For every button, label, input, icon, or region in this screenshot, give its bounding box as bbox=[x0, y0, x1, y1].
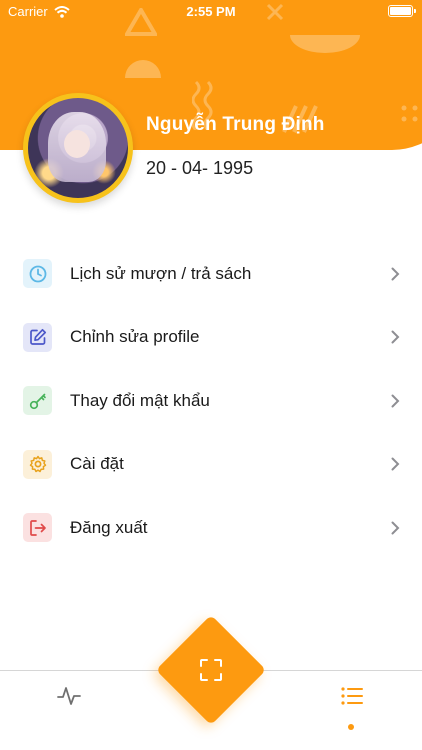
menu-item-settings[interactable]: Cài đặt bbox=[0, 433, 422, 497]
scan-icon bbox=[200, 659, 222, 681]
semicircle-decoration-icon bbox=[125, 60, 161, 78]
semicircle-decoration-icon bbox=[290, 35, 360, 53]
menu-item-label: Chỉnh sửa profile bbox=[70, 327, 200, 347]
chevron-right-icon bbox=[391, 457, 400, 471]
menu-item-edit-profile[interactable]: Chỉnh sửa profile bbox=[0, 306, 422, 370]
activity-icon[interactable] bbox=[56, 683, 82, 709]
chevron-right-icon bbox=[391, 267, 400, 281]
chevron-right-icon bbox=[391, 394, 400, 408]
avatar[interactable] bbox=[23, 93, 133, 203]
avatar-image bbox=[28, 98, 128, 198]
menu-item-label: Cài đặt bbox=[70, 454, 124, 474]
menu-item-logout[interactable]: Đăng xuất bbox=[0, 496, 422, 560]
user-dob: 20 - 04- 1995 bbox=[146, 158, 254, 178]
chevron-right-icon bbox=[391, 521, 400, 535]
list-icon[interactable] bbox=[340, 685, 364, 707]
status-time: 2:55 PM bbox=[186, 4, 236, 19]
menu-item-label: Thay đổi mật khẩu bbox=[70, 390, 210, 410]
status-bar: Carrier 2:55 PM bbox=[0, 0, 422, 22]
menu-item-label: Lịch sử mượn / trả sách bbox=[70, 263, 252, 283]
battery-icon bbox=[388, 5, 416, 17]
menu-item-change-password[interactable]: Thay đổi mật khẩu bbox=[0, 369, 422, 433]
profile-menu: Lịch sử mượn / trả sách Chỉnh sửa profil… bbox=[0, 242, 422, 560]
clock-icon bbox=[23, 259, 52, 289]
menu-item-label: Đăng xuất bbox=[70, 517, 148, 537]
menu-item-history[interactable]: Lịch sử mượn / trả sách bbox=[0, 242, 422, 306]
logout-icon bbox=[23, 513, 52, 543]
gear-icon bbox=[23, 449, 52, 479]
dots-decoration-icon bbox=[401, 105, 418, 122]
edit-icon bbox=[23, 322, 52, 352]
key-icon bbox=[23, 386, 52, 416]
profile-screen: Carrier 2:55 PM Nguyễn Trung Định 20 - 0… bbox=[0, 0, 422, 750]
chevron-right-icon bbox=[391, 330, 400, 344]
user-name: Nguyễn Trung Định bbox=[146, 114, 325, 135]
active-tab-indicator bbox=[348, 724, 354, 730]
